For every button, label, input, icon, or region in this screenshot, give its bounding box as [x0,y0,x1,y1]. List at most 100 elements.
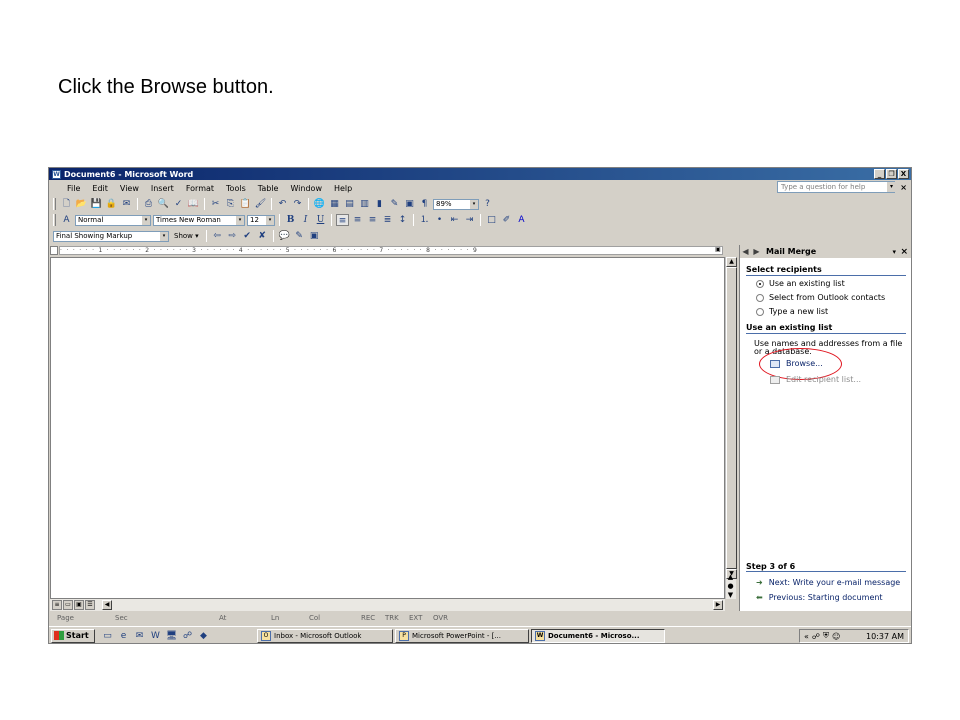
tray-security-icon[interactable]: ⛨ [823,631,829,641]
reject-change-icon[interactable]: ✘ [256,230,269,242]
internet-explorer-icon[interactable]: e [117,630,130,642]
scroll-right-icon[interactable]: ▶ [713,600,723,610]
track-changes-icon[interactable]: ✎ [293,230,306,242]
show-hide-icon[interactable]: ¶ [418,198,431,210]
help-icon[interactable]: ? [481,198,494,210]
task-pane-close-icon[interactable]: × [900,247,908,257]
copy-icon[interactable]: ⎘ [224,198,237,210]
underline-button[interactable]: U [314,214,327,226]
print-icon[interactable]: ⎙ [142,198,155,210]
highlight-icon[interactable]: ✐ [500,214,513,226]
minimize-button[interactable]: _ [874,169,885,179]
drawing-icon[interactable]: ✎ [388,198,401,210]
word-icon[interactable]: W [149,630,162,642]
task-pane-dropdown-icon[interactable]: ▾ [892,248,896,256]
email-icon[interactable]: ✉ [120,198,133,210]
scroll-left-icon[interactable]: ◀ [102,600,112,610]
italic-button[interactable]: I [299,214,312,226]
horizontal-scrollbar[interactable]: ≡ ▭ ▣ ☰ ◀ ▶ [50,599,725,611]
print-preview-icon[interactable]: 🔍 [157,198,170,210]
border-icon[interactable]: □ [485,214,498,226]
insert-table-icon[interactable]: ▤ [343,198,356,210]
status-trk[interactable]: TRK [385,614,399,622]
research-icon[interactable]: 📖 [187,198,200,210]
spelling-icon[interactable]: ✓ [172,198,185,210]
columns-icon[interactable]: ▮ [373,198,386,210]
document-map-icon[interactable]: ▣ [403,198,416,210]
previous-change-icon[interactable]: ⇦ [211,230,224,242]
toolbar-grip[interactable] [53,214,56,226]
ask-dropdown-icon[interactable]: ▾ [887,182,896,192]
redo-icon[interactable]: ↷ [291,198,304,210]
restore-button[interactable]: ❐ [886,169,897,179]
show-menu-button[interactable]: Show ▾ [171,232,202,240]
tray-network-icon[interactable]: ☍ [812,632,820,641]
menu-table[interactable]: Table [252,184,285,193]
taskbar-powerpoint[interactable]: P Microsoft PowerPoint - [... [395,629,529,643]
print-layout-icon[interactable]: ▣ [74,600,84,610]
outlook-icon[interactable]: ✉ [133,630,146,642]
menu-insert[interactable]: Insert [145,184,180,193]
bullets-icon[interactable]: • [433,214,446,226]
radio-use-existing-list[interactable]: Use an existing list [756,279,845,288]
toolbar-grip[interactable] [53,198,56,210]
bold-button[interactable]: B [284,214,297,226]
align-left-icon[interactable]: ≡ [336,214,349,226]
radio-type-new-list[interactable]: Type a new list [756,307,828,316]
styles-formatting-icon[interactable]: A [60,214,73,226]
menu-file[interactable]: File [61,184,86,193]
show-desktop-icon[interactable]: ▭ [101,630,114,642]
computer-icon[interactable]: 🖥 [165,630,178,642]
increase-indent-icon[interactable]: ⇥ [463,214,476,226]
numbering-icon[interactable]: ⒈ [418,214,431,226]
back-icon[interactable]: ◀ [740,247,751,256]
ask-question-input[interactable]: Type a question for help [777,181,895,193]
accept-change-icon[interactable]: ✔ [241,230,254,242]
reviewing-pane-icon[interactable]: ▣ [308,230,321,242]
status-rec[interactable]: REC [361,614,375,622]
radio-icon[interactable] [756,307,764,316]
menu-view[interactable]: View [114,184,145,193]
vertical-scrollbar[interactable]: ▲ ▼ [725,257,737,599]
format-painter-icon[interactable]: 🖌 [254,198,267,210]
close-window-button[interactable]: X [898,169,909,179]
previous-step-link[interactable]: ⬅ Previous: Starting document [756,593,883,602]
font-color-icon[interactable]: A [515,214,528,226]
next-change-icon[interactable]: ⇨ [226,230,239,242]
new-document-icon[interactable]: 🗋 [60,198,73,210]
tab-selector[interactable] [50,246,58,255]
radio-outlook-contacts[interactable]: Select from Outlook contacts [756,293,885,302]
radio-selected-icon[interactable] [756,279,764,288]
menu-tools[interactable]: Tools [220,184,252,193]
menu-window[interactable]: Window [284,184,328,193]
open-icon[interactable]: 📂 [75,198,88,210]
forward-icon[interactable]: ▶ [751,247,762,256]
scroll-up-icon[interactable]: ▲ [726,257,737,267]
font-select[interactable]: Times New Roman ▾ [153,214,245,226]
zoom-select[interactable]: 89% ▾ [433,198,479,210]
radio-icon[interactable] [756,293,764,302]
select-browse-object-icon[interactable]: ● [725,582,736,591]
decrease-indent-icon[interactable]: ⇤ [448,214,461,226]
display-for-review-select[interactable]: Final Showing Markup ▾ [53,230,169,242]
insert-comment-icon[interactable]: 💬 [278,230,291,242]
status-ovr[interactable]: OVR [433,614,448,622]
tables-borders-icon[interactable]: ▦ [328,198,341,210]
align-right-icon[interactable]: ≡ [366,214,379,226]
app-icon[interactable]: ◆ [197,630,210,642]
document-close-icon[interactable]: × [900,183,907,192]
hyperlink-icon[interactable]: 🌐 [313,198,326,210]
undo-icon[interactable]: ↶ [276,198,289,210]
scroll-thumb[interactable] [726,267,737,569]
next-step-link[interactable]: ➜ Next: Write your e-mail message [756,578,900,587]
network-icon[interactable]: ☍ [181,630,194,642]
permission-icon[interactable]: 🔒 [105,198,118,210]
insert-excel-icon[interactable]: ▥ [358,198,371,210]
web-layout-icon[interactable]: ▭ [63,600,73,610]
cut-icon[interactable]: ✂ [209,198,222,210]
previous-page-icon[interactable]: ▲ [725,573,736,582]
font-size-select[interactable]: 12 ▾ [247,214,275,226]
menu-format[interactable]: Format [180,184,220,193]
taskbar-outlook[interactable]: O Inbox - Microsoft Outlook [257,629,393,643]
taskbar-word[interactable]: W Document6 - Microso... [531,629,665,643]
